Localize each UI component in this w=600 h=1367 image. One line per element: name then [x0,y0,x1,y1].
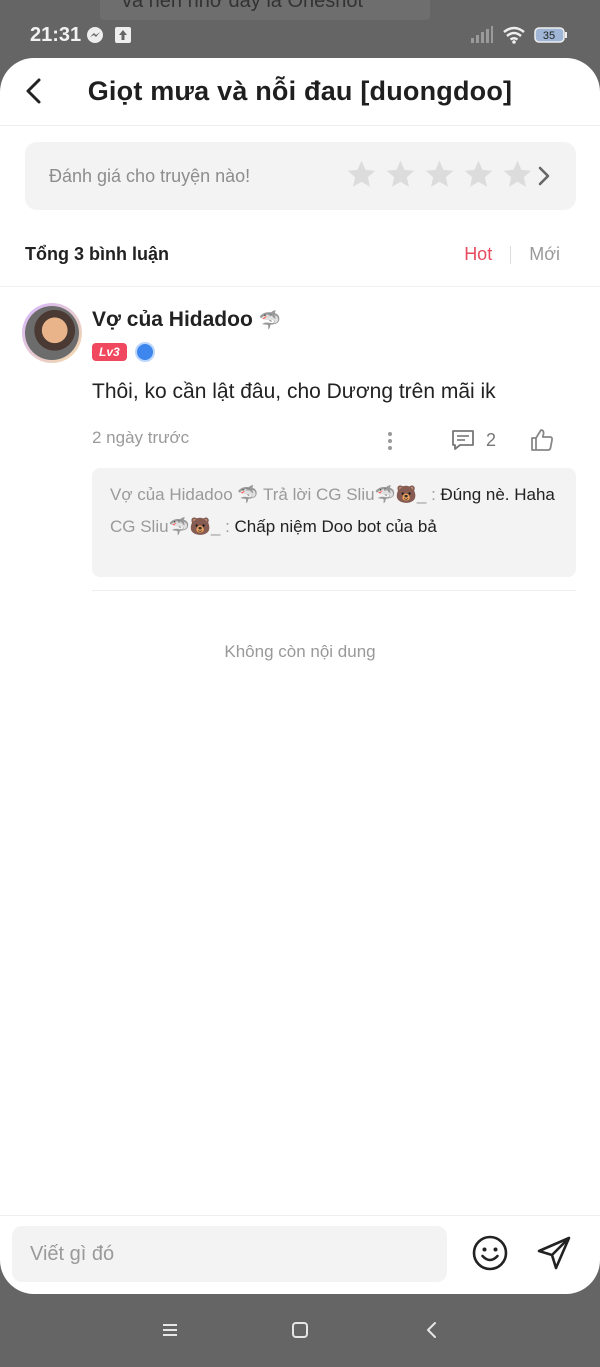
signal-icon [471,26,493,43]
tab-hot[interactable]: Hot [464,244,492,265]
more-icon[interactable] [384,430,396,452]
divider [92,590,576,591]
reply-item[interactable]: CG Sliu🦈🐻_ : Chấp niệm Doo bot của bả [110,516,558,538]
comments-sheet: Giọt mưa và nỗi đau [duongdoo] Đánh giá … [0,58,600,1294]
comment-meta: 2 ngày trước 2 [92,428,562,454]
tab-divider [510,245,512,264]
comment-total: Tổng 3 bình luận [25,244,169,264]
divider [0,1215,600,1216]
author-name: Vợ của Hidadoo [92,308,253,331]
status-bar: 21:31 35 [0,0,600,60]
messenger-icon [87,27,103,43]
reply-count: 2 [486,429,497,450]
rating-prompt: Đánh giá cho truyện nào! [49,166,251,186]
star-icon[interactable] [462,158,495,191]
tab-new[interactable]: Mới [529,244,560,265]
end-of-list-text: Không còn nội dung [224,642,376,661]
wifi-icon [503,26,525,44]
star-icon[interactable] [345,158,378,191]
thumbs-up-icon[interactable] [528,426,556,454]
comment-time: 2 ngày trước [92,428,190,447]
verified-icon [134,342,155,362]
upload-icon [115,27,131,43]
reply-body: Chấp niệm Doo bot của bả [234,517,437,536]
comment-text: Thôi, ko cần lật đâu, cho Dương trên mãi… [92,380,496,403]
star-icon[interactable] [501,158,534,191]
comments-header: Tổng 3 bình luận Hot Mới [25,244,576,270]
replies-box: Vợ của Hidadoo 🦈 Trả lời CG Sliu🦈🐻_ : Đú… [92,468,576,577]
header: Giọt mưa và nỗi đau [duongdoo] [0,58,600,126]
avatar[interactable] [22,303,82,363]
battery-level: 35 [543,30,555,42]
reply-body: Đúng nè. Haha [440,485,555,504]
comment-icon [452,430,474,450]
reply-prefix: CG Sliu🦈🐻_ : [110,517,235,536]
emoji-icon[interactable] [471,1234,509,1272]
sort-tabs: Hot Mới [464,244,560,265]
rating-bar[interactable]: Đánh giá cho truyện nào! [25,142,576,210]
battery-icon: 35 [534,27,567,43]
chevron-right-icon[interactable] [536,164,552,188]
send-icon[interactable] [535,1234,573,1272]
page-title: Giọt mưa và nỗi đau [duongdoo] [87,76,513,106]
menu-icon[interactable] [158,1318,182,1342]
divider [0,286,600,287]
reply-prefix: Vợ của Hidadoo 🦈 Trả lời CG Sliu🦈🐻_ : [110,485,441,504]
rating-stars [345,158,534,191]
author-badges: Lv3 [92,342,155,362]
shark-emoji: 🦈 [258,310,282,330]
comment-input[interactable] [12,1226,447,1282]
status-time: 21:31 [30,24,82,46]
level-badge: Lv3 [92,343,127,361]
star-icon[interactable] [423,158,456,191]
star-icon[interactable] [384,158,417,191]
reply-button[interactable]: 2 [450,428,496,452]
reply-item[interactable]: Vợ của Hidadoo 🦈 Trả lời CG Sliu🦈🐻_ : Đú… [110,484,558,506]
home-icon[interactable] [288,1318,312,1342]
comment-author[interactable]: Vợ của Hidadoo 🦈 [92,308,281,332]
system-nav-bar [0,1294,600,1367]
back-nav-icon[interactable] [420,1318,444,1342]
